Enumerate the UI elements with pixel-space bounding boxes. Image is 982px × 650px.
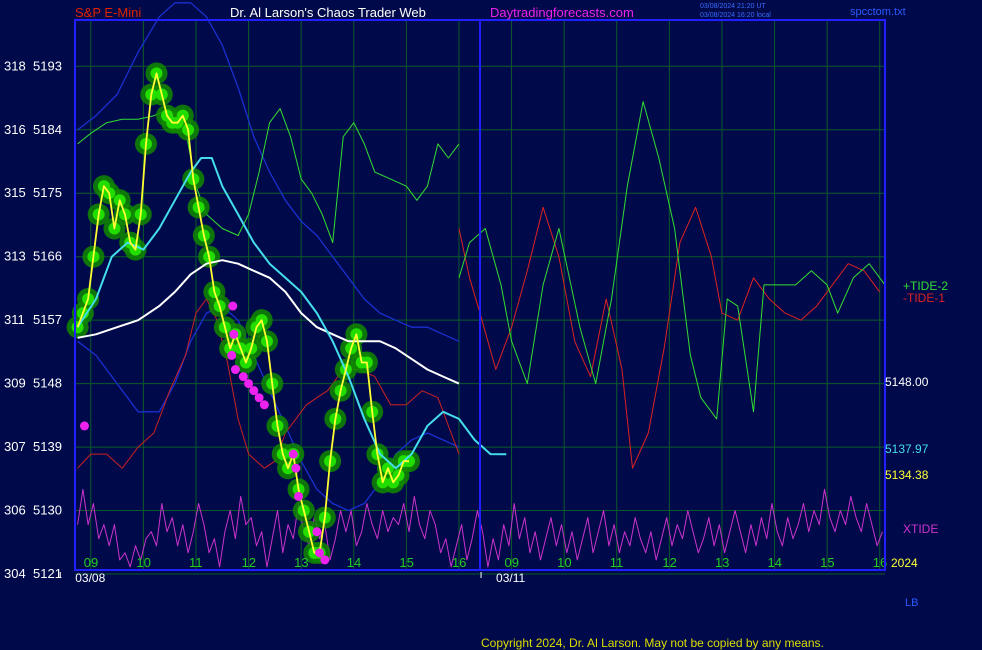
lb-label: LB <box>905 597 918 609</box>
magenta-dot <box>229 329 239 339</box>
chart-canvas: 318 5193 316 5184 315 5175 313 5166 311 5157 309 51… <box>0 0 982 650</box>
x-tick-label: 10 <box>557 555 571 570</box>
xtide-label: XTIDE <box>903 522 938 536</box>
y-tick-label-right: 5184 <box>33 122 62 137</box>
x-tick-label: 12 <box>242 555 256 570</box>
x-tick-label: 14 <box>768 555 782 570</box>
magenta-dot <box>320 555 330 565</box>
x-tick-label: 16 <box>452 555 466 570</box>
y-tick-label-left: 304 <box>4 566 26 581</box>
file-name: spcctom.txt <box>850 6 906 18</box>
x-tick-label: 09 <box>84 555 98 570</box>
site-title[interactable]: Daytradingforecasts.com <box>490 5 634 20</box>
magenta-dot <box>259 400 269 410</box>
magenta-dot <box>291 463 301 473</box>
y-tick-label-left: 315 <box>4 185 26 200</box>
date-label: 03/11 <box>496 571 525 585</box>
x-tick-label: 11 <box>189 555 203 570</box>
time-local: 03/08/2024 16:20 local <box>700 12 771 19</box>
y-tick-label-left: 311 <box>4 312 25 327</box>
value-label-2: 5137.97 <box>885 442 929 456</box>
x-tick-label: 11 <box>610 555 624 570</box>
time-ut: 03/08/2024 21:20 UT <box>700 3 766 10</box>
magenta-dot <box>228 301 238 311</box>
author-title: Dr. Al Larson's Chaos Trader Web <box>230 5 426 20</box>
y-tick-label-right: 5193 <box>33 58 62 73</box>
y-tick-label-left: 306 <box>4 503 26 518</box>
x-tick-label: 15 <box>820 555 834 570</box>
x-tick-label: 13 <box>715 555 729 570</box>
value-label-1: 5148.00 <box>885 375 929 389</box>
x-tick-label: 09 <box>505 555 519 570</box>
x-tick-label: 13 <box>294 555 308 570</box>
value-label-3: 5134.38 <box>885 468 929 482</box>
x-tick-label: 14 <box>347 555 361 570</box>
magenta-dot <box>288 449 298 459</box>
y-tick-label-left: 316 <box>4 122 26 137</box>
y-tick-label-left: 313 <box>4 249 26 264</box>
y-tick-label-left: 307 <box>4 439 26 454</box>
y-tick-label-right: 5157 <box>33 312 62 327</box>
copyright: Copyright 2024, Dr. Al Larson. May not b… <box>481 636 824 650</box>
magenta-dot <box>227 350 237 360</box>
x-tick-label: 10 <box>136 555 150 570</box>
y-tick-label-right: 5130 <box>33 503 62 518</box>
y-tick-label-right: 5175 <box>33 185 62 200</box>
y-tick-label-right: 5148 <box>33 376 62 391</box>
magenta-dot <box>294 491 304 501</box>
magenta-dot <box>312 527 322 537</box>
x-tick-label: 15 <box>399 555 413 570</box>
tide-minus-label: -TIDE-1 <box>903 291 945 305</box>
magenta-dot <box>79 421 89 431</box>
y-tick-label-left: 318 <box>4 58 26 73</box>
magenta-dot <box>230 365 240 375</box>
y-tick-label-right: 5166 <box>33 249 62 264</box>
y-tick-label-right: 5139 <box>33 439 62 454</box>
date-label: 03/08 <box>75 571 105 585</box>
y-tick-label-left: 309 <box>4 376 26 391</box>
symbol-title: S&P E-Mini <box>75 5 141 20</box>
y-tick-label-right: 5121 <box>33 566 62 581</box>
year-label: 2024 <box>891 556 918 570</box>
x-tick-label: 12 <box>662 555 676 570</box>
